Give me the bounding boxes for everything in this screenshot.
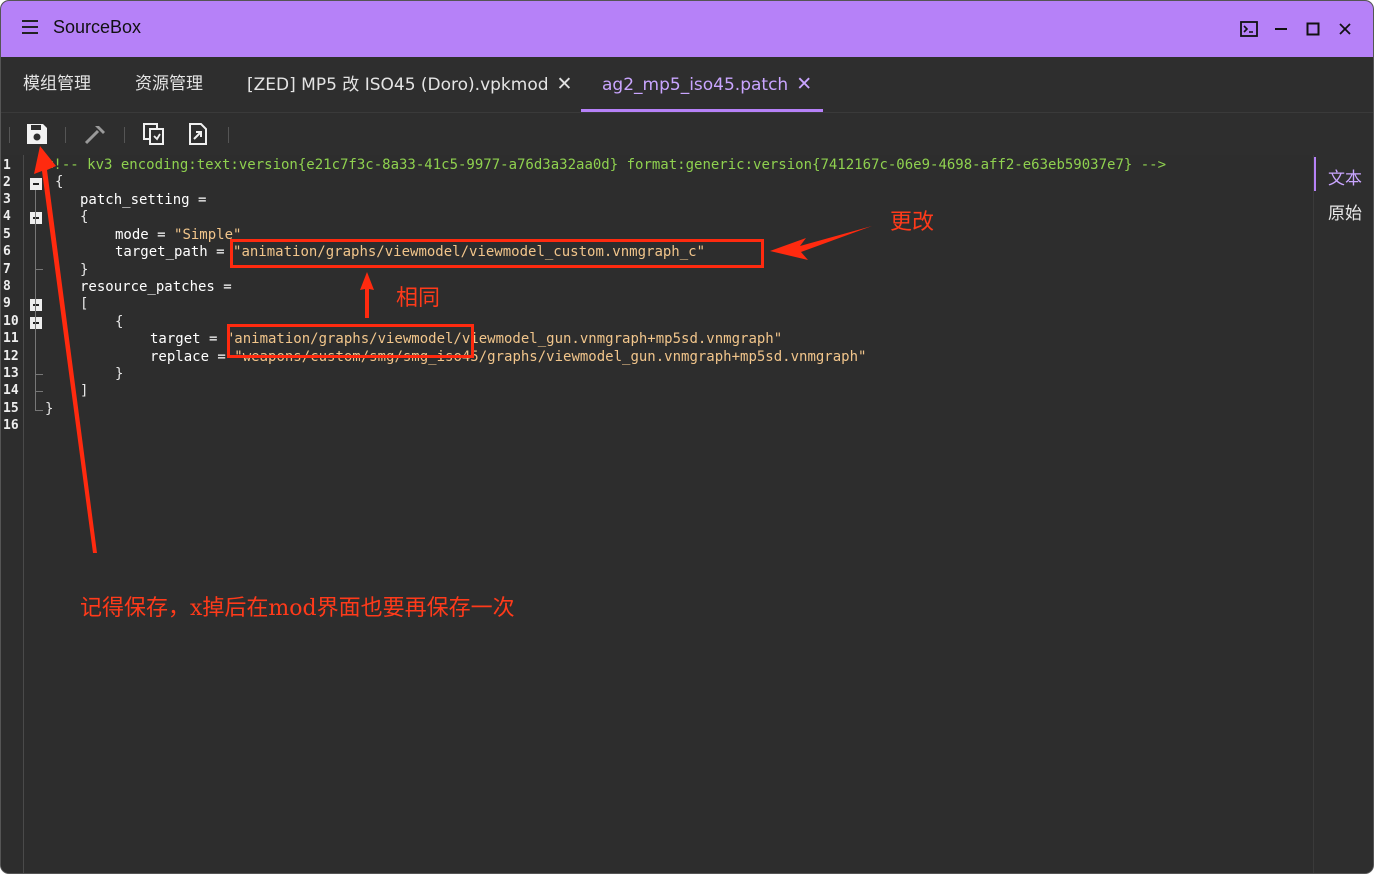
- annotation-arrows: [34, 146, 872, 553]
- annotation-arrow-same: [360, 272, 374, 318]
- annotation-arrow-change: [770, 226, 872, 260]
- annotation-arrow-save: [34, 146, 97, 553]
